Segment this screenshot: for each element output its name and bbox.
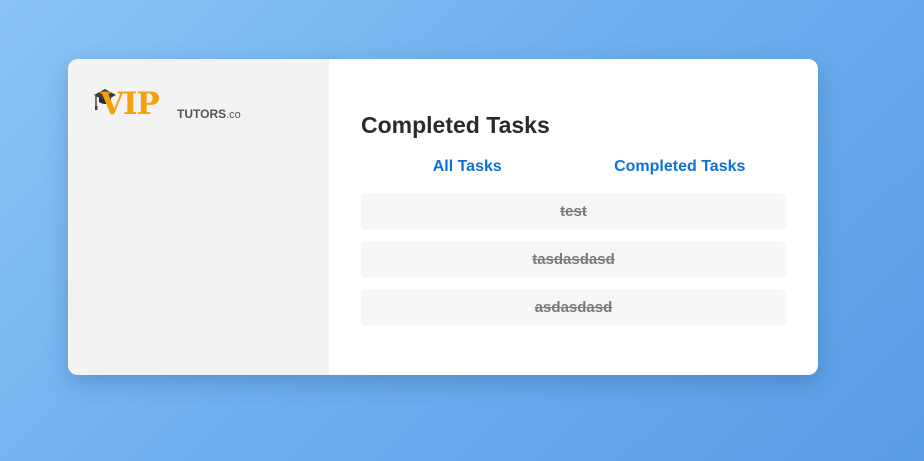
logo-vip-text: VIP [100,86,160,122]
task-tabs: All Tasks Completed Tasks [361,157,786,177]
task-item[interactable]: test [361,193,786,230]
task-text: test [560,203,587,220]
app-card: VIP TUTORS.co Completed Tasks All Tasks … [68,59,818,375]
task-text: asdasdasd [534,299,613,316]
task-item[interactable]: asdasdasd [361,289,786,326]
sidebar: VIP TUTORS.co [68,59,329,375]
logo-tutors-text: TUTORS.co [177,107,241,122]
tab-completed-tasks[interactable]: Completed Tasks [574,157,787,177]
page-title: Completed Tasks [361,112,550,138]
task-text: tasdasdasd [532,251,615,268]
logo-domain-text: .co [226,109,241,121]
tab-all-tasks[interactable]: All Tasks [361,157,574,177]
task-item[interactable]: tasdasdasd [361,241,786,278]
task-list: test tasdasdasd asdasdasd [361,193,786,337]
brand-logo[interactable]: VIP TUTORS.co [92,85,242,125]
main-content: Completed Tasks All Tasks Completed Task… [329,59,818,375]
logo-tutors-word: TUTORS [177,107,227,121]
